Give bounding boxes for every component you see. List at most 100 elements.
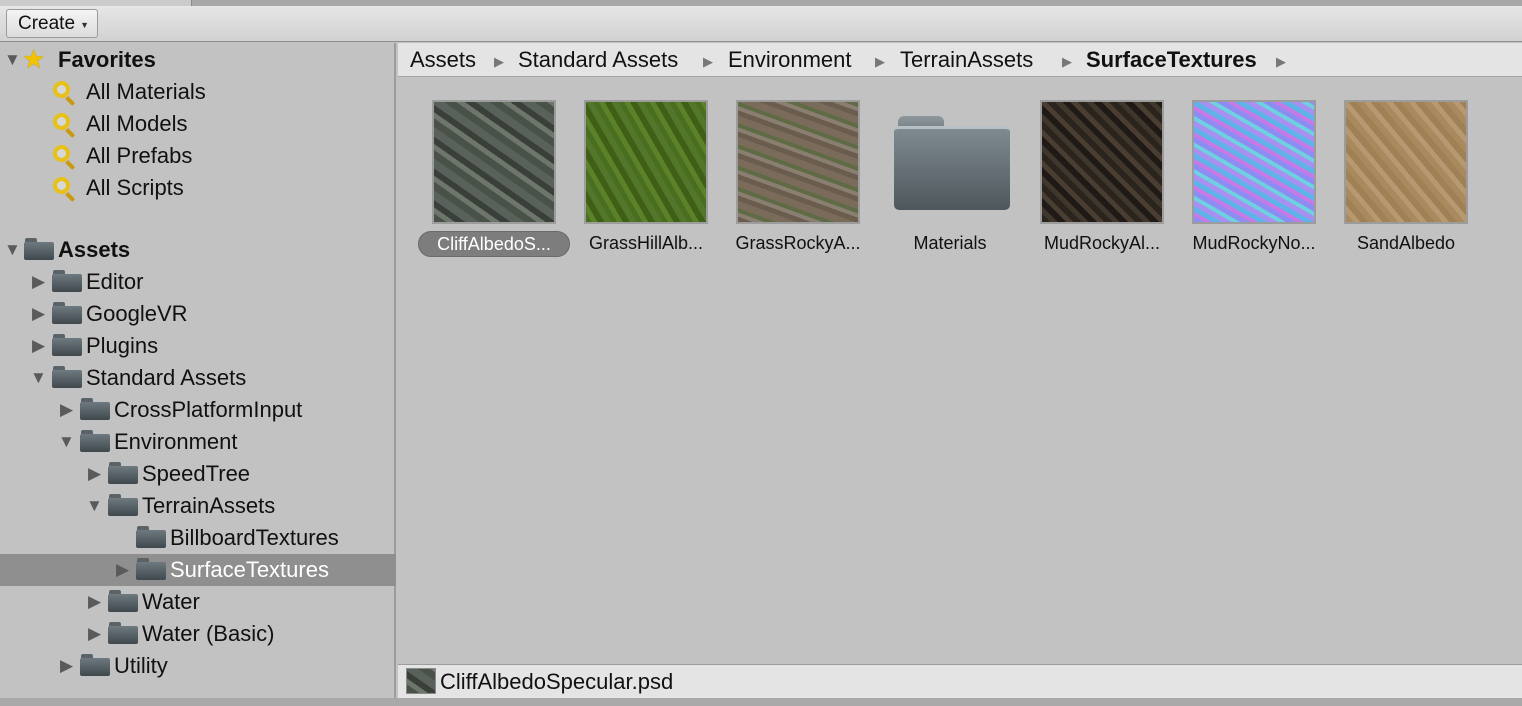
tree-item-standard-assets[interactable]: ▼ Standard Assets	[0, 362, 396, 394]
texture-thumbnail[interactable]	[1192, 100, 1316, 224]
tree-item-environment[interactable]: ▼ Environment	[0, 426, 396, 458]
folder-icon	[108, 590, 138, 612]
asset-grid: CliffAlbedoS... GrassHillAlb... GrassRoc…	[398, 78, 1522, 664]
expanded-triangle-icon[interactable]: ▼	[30, 369, 48, 387]
asset-name: MudRockyAl...	[1043, 233, 1161, 253]
folder-icon	[80, 398, 110, 420]
texture-thumbnail[interactable]	[584, 100, 708, 224]
tree-item-water[interactable]: ▶ Water	[0, 586, 396, 618]
breadcrumb-separator-icon: ▶	[703, 54, 713, 69]
tree-item-label: BillboardTextures	[170, 525, 339, 550]
tree-item-label: All Materials	[86, 79, 206, 104]
toolbar: Create ▼	[0, 6, 1522, 42]
folder-icon	[80, 654, 110, 676]
search-icon	[52, 176, 78, 202]
search-icon	[52, 112, 78, 138]
tree-item-label: SurfaceTextures	[170, 557, 329, 582]
breadcrumb-item-standard-assets[interactable]: Standard Assets	[518, 46, 678, 74]
folder-icon[interactable]	[894, 116, 1010, 210]
texture-thumbnail[interactable]	[736, 100, 860, 224]
tree-item-label: Standard Assets	[86, 365, 247, 390]
asset-name: Materials	[913, 233, 987, 253]
collapsed-triangle-icon[interactable]: ▶	[60, 401, 78, 419]
collapsed-triangle-icon[interactable]: ▶	[32, 305, 50, 323]
tree-item-all-prefabs[interactable]: All Prefabs	[0, 140, 396, 172]
collapsed-triangle-icon[interactable]: ▶	[88, 465, 106, 483]
tree-item-label: GoogleVR	[86, 301, 188, 326]
collapsed-triangle-icon[interactable]: ▶	[88, 625, 106, 643]
bottom-edge	[0, 698, 1522, 706]
folder-icon	[52, 366, 82, 388]
create-button-label: Create	[18, 13, 76, 34]
star-icon: ★	[22, 44, 46, 74]
texture-thumbnail[interactable]	[1344, 100, 1468, 224]
tree-item-label: SpeedTree	[142, 461, 251, 486]
breadcrumb-separator-icon: ▶	[875, 54, 885, 69]
tree-item-label: Editor	[86, 269, 144, 294]
tree-item-all-scripts[interactable]: All Scripts	[0, 172, 396, 204]
breadcrumb-item-terrainassets[interactable]: TerrainAssets	[900, 46, 1033, 74]
selection-status-bar: CliffAlbedoSpecular.psd	[398, 664, 1522, 698]
breadcrumb: Assets ▶ Standard Assets ▶ Environment ▶…	[398, 43, 1522, 77]
tree-item-label: Assets	[58, 237, 131, 262]
folder-icon	[52, 334, 82, 356]
tree-item-surfacetextures[interactable]: ▶ SurfaceTextures	[0, 554, 396, 586]
tree-item-label: TerrainAssets	[142, 493, 276, 518]
asset-name: CliffAlbedoS...	[418, 231, 570, 257]
folder-icon	[136, 526, 166, 548]
tree-item-all-materials[interactable]: All Materials	[0, 76, 396, 108]
collapsed-triangle-icon[interactable]: ▶	[88, 593, 106, 611]
expanded-triangle-icon[interactable]: ▼	[58, 433, 76, 451]
tree-item-utility[interactable]: ▶ Utility	[0, 650, 396, 682]
breadcrumb-item-environment[interactable]: Environment	[728, 46, 852, 74]
folder-icon	[136, 558, 166, 580]
folder-icon	[108, 462, 138, 484]
tree-item-label: Favorites	[58, 47, 156, 72]
folder-icon	[52, 302, 82, 324]
collapsed-triangle-icon[interactable]: ▶	[32, 273, 50, 291]
folder-icon	[108, 494, 138, 516]
tree-item-label: CrossPlatformInput	[114, 397, 303, 422]
tree-item-favorites[interactable]: ▼ ★ Favorites	[0, 44, 396, 76]
breadcrumb-item-surfacetextures[interactable]: SurfaceTextures	[1086, 46, 1257, 74]
folder-icon	[80, 430, 110, 452]
tree-item-water-basic[interactable]: ▶ Water (Basic)	[0, 618, 396, 650]
tree-item-editor[interactable]: ▶ Editor	[0, 266, 396, 298]
breadcrumb-separator-icon[interactable]: ▶	[1276, 54, 1286, 70]
breadcrumb-item-assets[interactable]: Assets	[410, 46, 476, 74]
project-tree-panel: ▼ ★ Favorites All Materials All Models A…	[0, 43, 396, 698]
tree-item-billboardtextures[interactable]: BillboardTextures	[0, 522, 396, 554]
tree-item-all-models[interactable]: All Models	[0, 108, 396, 140]
tree-item-terrainassets[interactable]: ▼ TerrainAssets	[0, 490, 396, 522]
asset-name: SandAlbedo	[1356, 233, 1456, 253]
tree-item-label: Environment	[114, 429, 238, 454]
create-button[interactable]: Create ▼	[6, 9, 98, 38]
breadcrumb-separator-icon: ▶	[1062, 54, 1072, 69]
tree-item-label: Water	[142, 589, 200, 614]
collapsed-triangle-icon[interactable]: ▶	[32, 337, 50, 355]
expanded-triangle-icon[interactable]: ▼	[4, 241, 22, 259]
tree-item-googlevr[interactable]: ▶ GoogleVR	[0, 298, 396, 330]
tree-item-label: All Prefabs	[86, 143, 193, 168]
asset-name: GrassHillAlb...	[588, 233, 704, 253]
selected-asset-thumbnail	[406, 668, 436, 694]
asset-name: MudRockyNo...	[1192, 233, 1316, 253]
selected-asset-filename: CliffAlbedoSpecular.psd	[440, 669, 674, 694]
texture-thumbnail[interactable]	[432, 100, 556, 224]
tree-item-crossplatforminput[interactable]: ▶ CrossPlatformInput	[0, 394, 396, 426]
collapsed-triangle-icon[interactable]: ▶	[60, 657, 78, 675]
tree-item-label: All Models	[86, 111, 188, 136]
tree-item-plugins[interactable]: ▶ Plugins	[0, 330, 396, 362]
tree-item-label: All Scripts	[86, 175, 184, 200]
collapsed-triangle-icon[interactable]: ▶	[116, 561, 134, 579]
folder-icon	[108, 622, 138, 644]
expanded-triangle-icon[interactable]: ▼	[4, 51, 22, 69]
dropdown-arrow-icon: ▼	[80, 20, 89, 30]
tree-item-speedtree[interactable]: ▶ SpeedTree	[0, 458, 396, 490]
tree-item-assets[interactable]: ▼ Assets	[0, 234, 396, 266]
tree-item-label: Utility	[114, 653, 168, 678]
asset-name: GrassRockyA...	[735, 233, 861, 253]
tree-item-label: Plugins	[86, 333, 159, 358]
texture-thumbnail[interactable]	[1040, 100, 1164, 224]
expanded-triangle-icon[interactable]: ▼	[86, 497, 104, 515]
